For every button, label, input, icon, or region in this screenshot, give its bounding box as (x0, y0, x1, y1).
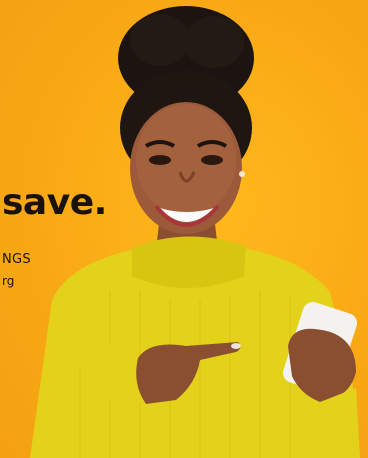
tagline: NGS (2, 252, 31, 267)
woman-with-phone-photo (30, 6, 360, 458)
website-url: rg (2, 274, 15, 288)
headline: save. (2, 182, 107, 223)
ad-banner: save. NGS rg (0, 0, 368, 458)
